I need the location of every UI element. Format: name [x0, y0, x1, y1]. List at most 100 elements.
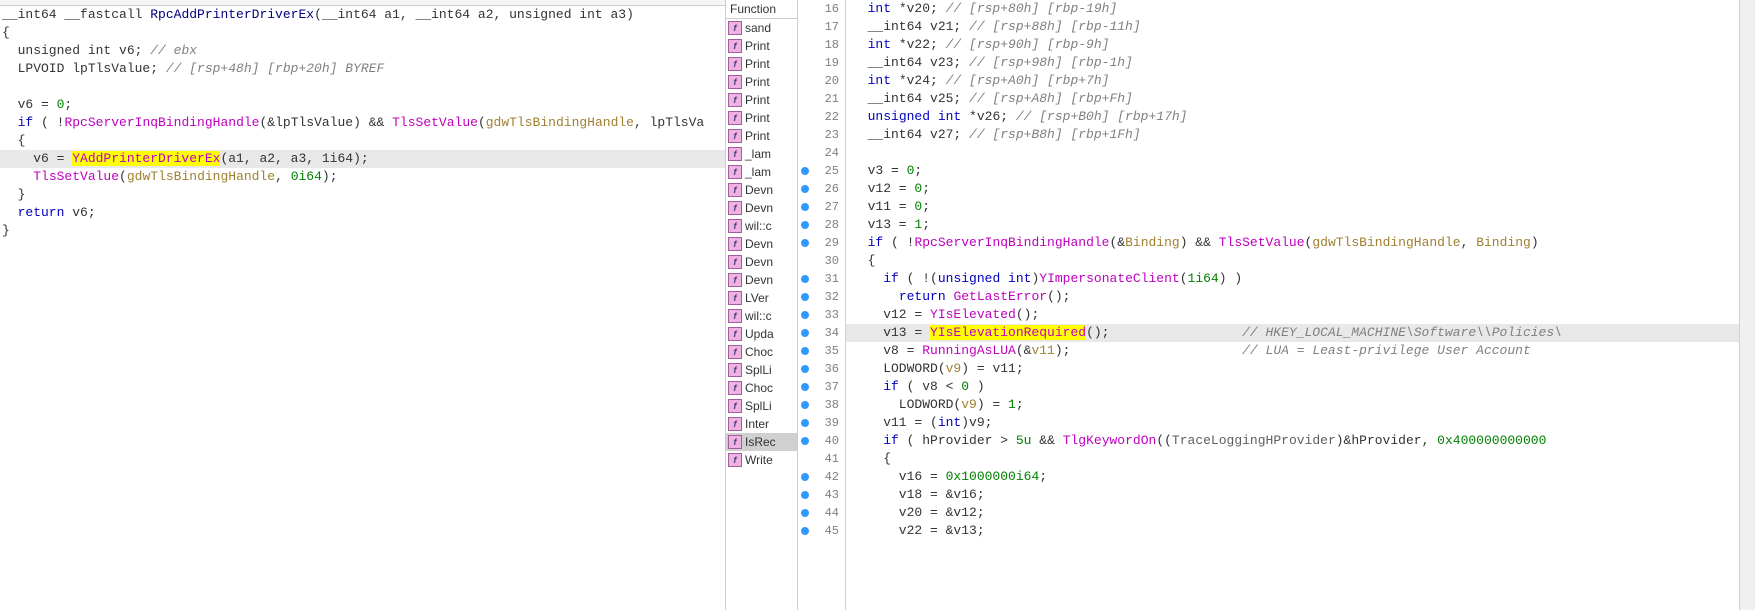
functions-item[interactable]: f_lam: [726, 163, 797, 181]
functions-item[interactable]: fWrite: [726, 451, 797, 469]
breakpoint-dot-icon[interactable]: [801, 311, 809, 319]
breakpoint-dot-icon[interactable]: [801, 401, 809, 409]
code-line: {: [0, 132, 725, 150]
functions-item-label: Devn: [745, 273, 773, 287]
gutter-line[interactable]: 45: [798, 522, 845, 540]
gutter-line[interactable]: 35: [798, 342, 845, 360]
breakpoint-dot-icon[interactable]: [801, 185, 809, 193]
functions-item[interactable]: fUpda: [726, 325, 797, 343]
line-number-gutter[interactable]: 1617181920212223242526272829303132333435…: [798, 0, 846, 610]
gutter-line[interactable]: 42: [798, 468, 845, 486]
functions-item[interactable]: fDevn: [726, 199, 797, 217]
functions-item[interactable]: fPrint: [726, 109, 797, 127]
functions-item[interactable]: fDevn: [726, 271, 797, 289]
gutter-line[interactable]: 43: [798, 486, 845, 504]
gutter-line[interactable]: 34: [798, 324, 845, 342]
code-line: v11 = 0;: [846, 198, 1739, 216]
breakpoint-dot-icon[interactable]: [801, 383, 809, 391]
gutter-line[interactable]: 16: [798, 0, 845, 18]
functions-item[interactable]: fSplLi: [726, 397, 797, 415]
functions-item[interactable]: fPrint: [726, 73, 797, 91]
gutter-line[interactable]: 40: [798, 432, 845, 450]
functions-item[interactable]: fDevn: [726, 181, 797, 199]
gutter-line[interactable]: 38: [798, 396, 845, 414]
breakpoint-dot-icon[interactable]: [801, 437, 809, 445]
functions-item[interactable]: f_lam: [726, 145, 797, 163]
code-line: if ( !RpcServerInqBindingHandle(&Binding…: [846, 234, 1739, 252]
code-line: if ( hProvider > 5u && TlgKeywordOn((Tra…: [846, 432, 1739, 450]
functions-item[interactable]: fPrint: [726, 37, 797, 55]
breakpoint-dot-icon[interactable]: [801, 365, 809, 373]
highlighted-call[interactable]: YAddPrinterDriverEx: [72, 151, 220, 166]
functions-item[interactable]: fChoc: [726, 343, 797, 361]
gutter-line[interactable]: 33: [798, 306, 845, 324]
breakpoint-dot-icon[interactable]: [801, 473, 809, 481]
gutter-line[interactable]: 28: [798, 216, 845, 234]
breakpoint-dot-icon[interactable]: [801, 509, 809, 517]
function-icon: f: [728, 147, 742, 161]
gutter-line[interactable]: 17: [798, 18, 845, 36]
gutter-line[interactable]: 29: [798, 234, 845, 252]
vertical-scrollbar[interactable]: [1739, 0, 1755, 610]
gutter-line[interactable]: 22: [798, 108, 845, 126]
breakpoint-dot-icon[interactable]: [801, 347, 809, 355]
gutter-line[interactable]: 41: [798, 450, 845, 468]
gutter-line[interactable]: 26: [798, 180, 845, 198]
breakpoint-dot-icon[interactable]: [801, 293, 809, 301]
gutter-line[interactable]: 20: [798, 72, 845, 90]
gutter-line[interactable]: 44: [798, 504, 845, 522]
functions-item[interactable]: fInter: [726, 415, 797, 433]
code-line: int *v24; // [rsp+A0h] [rbp+7h]: [846, 72, 1739, 90]
breakpoint-dot-icon[interactable]: [801, 419, 809, 427]
right-code-area[interactable]: int *v20; // [rsp+80h] [rbp-19h] __int64…: [846, 0, 1739, 610]
functions-item[interactable]: fLVer: [726, 289, 797, 307]
gutter-line[interactable]: 23: [798, 126, 845, 144]
breakpoint-dot-icon[interactable]: [801, 167, 809, 175]
gutter-line[interactable]: 24: [798, 144, 845, 162]
breakpoint-dot-icon[interactable]: [801, 203, 809, 211]
gutter-line[interactable]: 21: [798, 90, 845, 108]
functions-item[interactable]: fIsRec: [726, 433, 797, 451]
code-line: v13 = 1;: [846, 216, 1739, 234]
functions-item-label: Print: [745, 75, 770, 89]
gutter-line[interactable]: 31: [798, 270, 845, 288]
left-decompiler-pane: __int64 __fastcall RpcAddPrinterDriverEx…: [0, 0, 726, 610]
breakpoint-dot-icon[interactable]: [801, 491, 809, 499]
functions-item[interactable]: fPrint: [726, 55, 797, 73]
functions-item-label: Print: [745, 93, 770, 107]
code-line: LODWORD(v9) = v11;: [846, 360, 1739, 378]
gutter-line[interactable]: 19: [798, 54, 845, 72]
code-line: {: [846, 450, 1739, 468]
code-line: __int64 v21; // [rsp+88h] [rbp-11h]: [846, 18, 1739, 36]
function-name[interactable]: RpcAddPrinterDriverEx: [150, 7, 314, 22]
left-code-area[interactable]: __int64 __fastcall RpcAddPrinterDriverEx…: [0, 6, 725, 610]
breakpoint-dot-icon[interactable]: [801, 275, 809, 283]
functions-item-label: Choc: [745, 381, 773, 395]
code-line: int *v22; // [rsp+90h] [rbp-9h]: [846, 36, 1739, 54]
breakpoint-dot-icon[interactable]: [801, 221, 809, 229]
functions-item[interactable]: fSplLi: [726, 361, 797, 379]
functions-item[interactable]: fwil::c: [726, 307, 797, 325]
functions-item[interactable]: fChoc: [726, 379, 797, 397]
code-line: __int64 __fastcall RpcAddPrinterDriverEx…: [0, 6, 725, 24]
breakpoint-dot-icon[interactable]: [801, 239, 809, 247]
functions-item[interactable]: fsand: [726, 19, 797, 37]
breakpoint-dot-icon[interactable]: [801, 527, 809, 535]
functions-header[interactable]: Function: [726, 0, 797, 19]
gutter-line[interactable]: 18: [798, 36, 845, 54]
breakpoint-dot-icon[interactable]: [801, 329, 809, 337]
gutter-line[interactable]: 37: [798, 378, 845, 396]
functions-list[interactable]: fsandfPrintfPrintfPrintfPrintfPrintfPrin…: [726, 19, 797, 610]
functions-item[interactable]: fwil::c: [726, 217, 797, 235]
functions-item[interactable]: fDevn: [726, 253, 797, 271]
functions-item[interactable]: fDevn: [726, 235, 797, 253]
gutter-line[interactable]: 32: [798, 288, 845, 306]
gutter-line[interactable]: 25: [798, 162, 845, 180]
gutter-line[interactable]: 30: [798, 252, 845, 270]
gutter-line[interactable]: 27: [798, 198, 845, 216]
gutter-line[interactable]: 36: [798, 360, 845, 378]
functions-item[interactable]: fPrint: [726, 127, 797, 145]
code-line: }: [0, 186, 725, 204]
gutter-line[interactable]: 39: [798, 414, 845, 432]
functions-item[interactable]: fPrint: [726, 91, 797, 109]
